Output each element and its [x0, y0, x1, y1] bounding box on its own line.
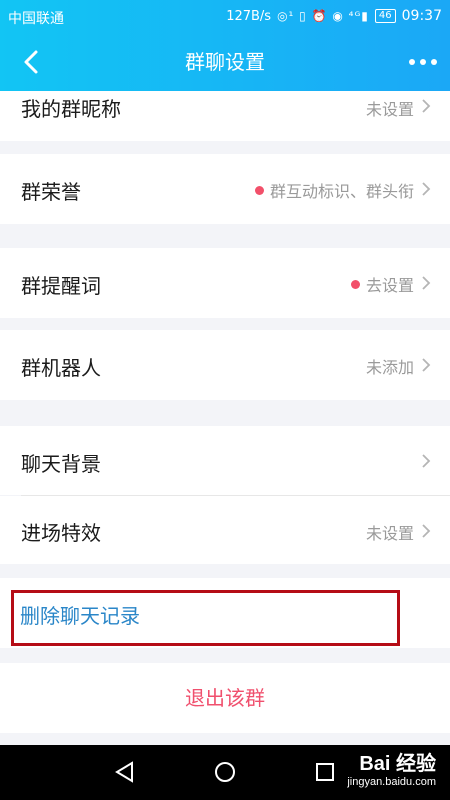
row-value: 去设置 — [365, 276, 414, 295]
setting-row-group-robot[interactable]: 群机器人 未添加 — [0, 330, 450, 400]
row-value: 未设置 — [365, 524, 414, 543]
more-dots-icon[interactable] — [406, 45, 440, 79]
watermark-logo-text: Bai 经验 — [359, 753, 436, 775]
row-value-wrap: 群互动标识、群头衔 — [254, 178, 414, 202]
chevron-right-icon — [422, 524, 431, 538]
status-icons: ◎¹ ▯ ⏰ ◉ ⁴ᴳ▮ — [277, 9, 369, 23]
status-right: 127B/s ◎¹ ▯ ⏰ ◉ ⁴ᴳ▮ 46 09:37 — [226, 8, 442, 24]
battery-icon: 46 — [374, 9, 396, 23]
home-circle-icon[interactable] — [212, 759, 238, 785]
page-title: 群聊设置 — [185, 50, 265, 74]
row-value: 群互动标识、群头衔 — [269, 182, 414, 201]
row-label: 进场特效 — [21, 521, 101, 545]
row-label: 聊天背景 — [21, 452, 101, 476]
setting-row-group-honor[interactable]: 群荣誉 群互动标识、群头衔 — [0, 154, 450, 224]
chevron-right-icon — [422, 276, 431, 290]
row-label: 我的群昵称 — [21, 97, 121, 121]
setting-row-chat-background[interactable]: 聊天背景 — [0, 426, 450, 495]
setting-row-group-prompt[interactable]: 群提醒词 去设置 — [0, 248, 450, 318]
chevron-right-icon — [422, 454, 431, 468]
recent-apps-icon[interactable] — [312, 759, 338, 785]
setting-row-my-nickname[interactable]: 我的群昵称 未设置 — [0, 91, 450, 141]
network-speed: 127B/s — [226, 8, 272, 24]
red-dot-badge — [254, 185, 264, 195]
carrier-name: 中国联通 — [8, 11, 64, 27]
row-value: 未添加 — [365, 358, 414, 377]
row-value: 未设置 — [365, 100, 414, 119]
chevron-right-icon — [422, 99, 431, 113]
exit-group-row[interactable]: 退出该群 — [0, 663, 450, 733]
back-triangle-icon[interactable] — [112, 759, 138, 785]
exit-group-button[interactable]: 退出该群 — [0, 663, 450, 733]
setting-row-entry-effect[interactable]: 进场特效 未设置 — [0, 496, 450, 564]
row-label: 群提醒词 — [21, 274, 101, 298]
chevron-right-icon — [422, 182, 431, 196]
delete-chat-history-button[interactable]: 删除聊天记录 — [20, 600, 140, 629]
nav-bar: 群聊设置 — [0, 33, 450, 91]
watermark: Bai 经验 jingyan.baidu.com — [347, 753, 436, 789]
row-value-wrap: 去设置 — [350, 272, 414, 296]
system-nav-bar: Bai 经验 jingyan.baidu.com — [0, 745, 450, 800]
status-bar: 中国联通 127B/s ◎¹ ▯ ⏰ ◉ ⁴ᴳ▮ 46 09:37 — [0, 0, 450, 33]
chevron-right-icon — [422, 358, 431, 372]
row-label: 群机器人 — [21, 356, 101, 380]
watermark-url: jingyan.baidu.com — [347, 776, 436, 788]
row-label: 群荣誉 — [21, 180, 81, 204]
red-dot-badge — [350, 279, 360, 289]
clock-time: 09:37 — [401, 8, 442, 24]
